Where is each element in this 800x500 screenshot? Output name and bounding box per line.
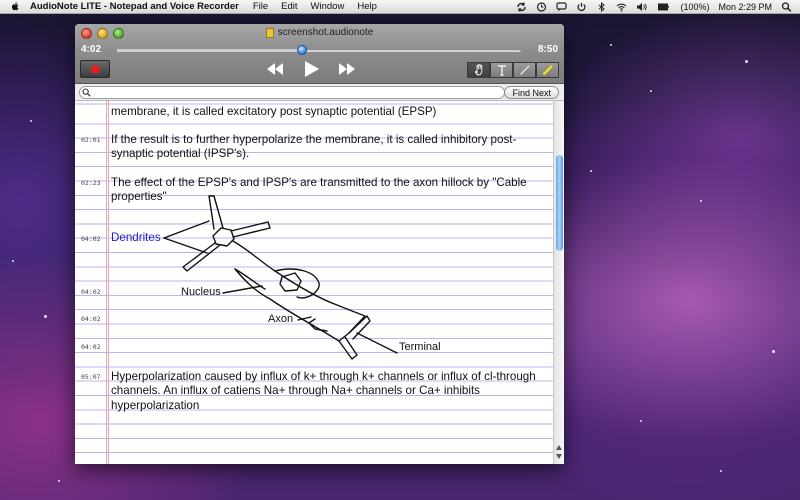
star [720, 470, 722, 472]
star [650, 90, 652, 92]
nucleus-label[interactable]: Nucleus [181, 286, 221, 298]
star [58, 480, 60, 482]
playback-slider-thumb[interactable] [296, 45, 307, 55]
star [590, 170, 592, 172]
star [44, 315, 47, 318]
axon-label[interactable]: Axon [268, 313, 293, 325]
clock-icon[interactable] [536, 1, 547, 12]
star [640, 420, 642, 422]
battery-percentage: (100%) [680, 1, 710, 12]
search-input[interactable] [79, 86, 505, 99]
wifi-icon[interactable] [616, 2, 627, 12]
window-title: screenshot.audionote [75, 27, 564, 38]
status-area: (100%) Mon 2:29 PM [516, 1, 800, 12]
menu-file[interactable]: File [253, 1, 268, 12]
text-tool-icon [497, 65, 506, 76]
menu-bar: AudioNote LITE - Notepad and Voice Recor… [0, 0, 800, 14]
find-next-button[interactable]: Find Next [504, 86, 559, 99]
star [12, 260, 14, 262]
toolbar: screenshot.audionote 4:02 8:50 [75, 24, 564, 84]
hand-tool-button[interactable] [467, 62, 490, 78]
menu-edit[interactable]: Edit [281, 1, 297, 12]
menu-window[interactable]: Window [311, 1, 345, 12]
record-icon [90, 64, 100, 74]
scrollbar-thumb[interactable] [556, 155, 563, 251]
search-bar: Find Next [75, 84, 564, 101]
battery-icon[interactable] [656, 2, 671, 12]
star [700, 200, 702, 202]
hand-tool-icon [474, 64, 482, 76]
note-entry[interactable]: Hyperpolarization caused by influx of k+… [111, 370, 547, 413]
star [745, 60, 748, 63]
bluetooth-icon[interactable] [596, 1, 607, 12]
transport-controls [265, 59, 357, 79]
speech-bubble-icon[interactable] [556, 1, 568, 12]
play-icon[interactable] [301, 59, 321, 79]
star [772, 350, 775, 353]
search-icon [82, 88, 91, 97]
playback-progress [117, 49, 302, 52]
star [30, 120, 32, 122]
document-icon [265, 27, 274, 38]
power-icon[interactable] [576, 2, 587, 12]
pen-tool-button[interactable] [513, 62, 536, 78]
timestamp[interactable]: 05:07 [81, 373, 101, 381]
menu-help[interactable]: Help [357, 1, 377, 12]
playback-slider[interactable] [117, 45, 521, 55]
total-time: 8:50 [537, 44, 558, 55]
notepad[interactable]: membrane, it is called excitatory post s… [75, 101, 553, 464]
dendrites-label[interactable]: Dendrites [111, 231, 161, 245]
spotlight-icon[interactable] [781, 1, 792, 12]
text-tool-button[interactable] [490, 62, 513, 78]
elapsed-time: 4:02 [81, 44, 102, 55]
sync-icon[interactable] [516, 2, 527, 12]
apple-icon[interactable] [10, 1, 20, 12]
terminal-label[interactable]: Terminal [399, 341, 441, 353]
record-button[interactable] [80, 60, 110, 78]
drawing-tools [467, 62, 559, 78]
volume-icon[interactable] [636, 2, 648, 12]
app-menu[interactable]: AudioNote LITE - Notepad and Voice Recor… [30, 1, 239, 12]
window-title-text: screenshot.audionote [277, 27, 374, 38]
fast-forward-icon[interactable] [337, 61, 357, 77]
scroll-down-icon[interactable] [556, 454, 562, 459]
vertical-scrollbar[interactable] [553, 101, 564, 464]
rewind-icon[interactable] [265, 61, 285, 77]
highlighter-tool-button[interactable] [536, 62, 559, 78]
star [610, 44, 612, 46]
audionote-window: screenshot.audionote 4:02 8:50 Find Next… [75, 24, 564, 464]
scroll-up-icon[interactable] [556, 445, 562, 450]
highlighter-tool-icon [542, 65, 553, 76]
menu-clock[interactable]: Mon 2:29 PM [718, 2, 772, 12]
pen-tool-icon [519, 65, 529, 75]
